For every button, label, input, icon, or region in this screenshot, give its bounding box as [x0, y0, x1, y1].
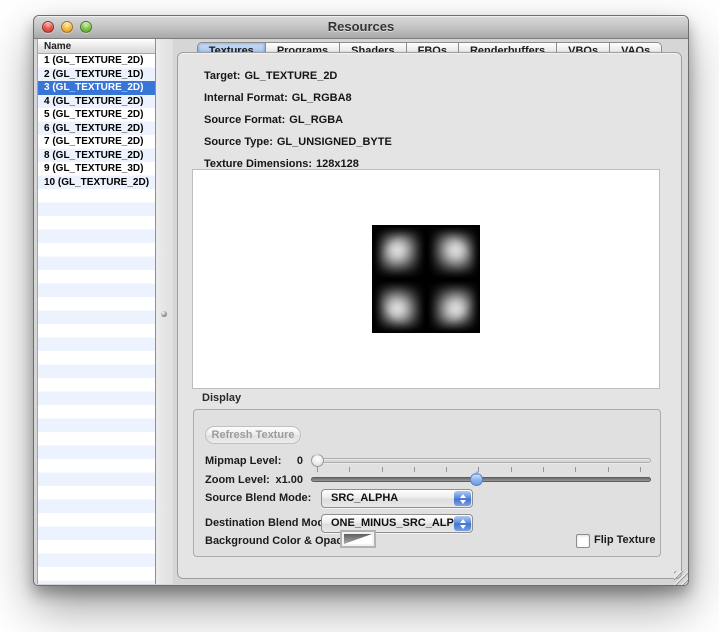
info-value: GL_TEXTURE_2D	[244, 70, 337, 82]
popup-arrows-icon	[454, 491, 471, 506]
list-item[interactable]: 7 (GL_TEXTURE_2D)	[38, 135, 155, 149]
texture-info-line: Target: GL_TEXTURE_2D	[204, 70, 392, 92]
mipmap-level-value: 0	[269, 455, 303, 467]
list-item[interactable]: 4 (GL_TEXTURE_2D)	[38, 95, 155, 109]
resources-window: Resources Name 1 (GL_TEXTURE_2D) 2 (GL_T…	[33, 15, 689, 586]
display-group: Refresh Texture Mipmap Level: 0 Zoom Lev…	[193, 409, 661, 557]
list-item-label: 2 (GL_TEXTURE_1D)	[44, 69, 143, 80]
window-content: Name 1 (GL_TEXTURE_2D) 2 (GL_TEXTURE_1D)…	[34, 39, 688, 585]
texture-info-line: Internal Format: GL_RGBA8	[204, 92, 392, 114]
list-item-label: 3 (GL_TEXTURE_2D)	[44, 82, 143, 93]
info-label: Source Type:	[204, 136, 273, 148]
source-blend-popup[interactable]: SRC_ALPHA	[321, 489, 473, 508]
background-color-label: Background Color & Opacity:	[205, 535, 359, 547]
info-value: GL_RGBA8	[292, 92, 352, 104]
zoom-slider-thumb[interactable]	[470, 473, 483, 486]
popup-arrows-icon	[454, 516, 471, 531]
mipmap-slider-thumb[interactable]	[311, 454, 324, 467]
list-item[interactable]: 10 (GL_TEXTURE_2D)	[38, 176, 155, 190]
resource-rows: 1 (GL_TEXTURE_2D) 2 (GL_TEXTURE_1D) 3 (G…	[38, 54, 155, 584]
window-title: Resources	[34, 19, 688, 34]
list-item[interactable]: 2 (GL_TEXTURE_1D)	[38, 68, 155, 82]
list-item-label: 9 (GL_TEXTURE_3D)	[44, 163, 143, 174]
splitter-grip-icon[interactable]	[161, 311, 167, 317]
list-item[interactable]: 6 (GL_TEXTURE_2D)	[38, 122, 155, 136]
list-item[interactable]: 3 (GL_TEXTURE_2D)	[38, 81, 155, 95]
sidebar-splitter[interactable]	[156, 39, 173, 584]
list-item[interactable]: 9 (GL_TEXTURE_3D)	[38, 162, 155, 176]
info-value: GL_RGBA	[289, 114, 343, 126]
info-value: GL_UNSIGNED_BYTE	[277, 136, 392, 148]
list-item-label: 5 (GL_TEXTURE_2D)	[44, 109, 143, 120]
list-item-label: 8 (GL_TEXTURE_2D)	[44, 150, 143, 161]
info-label: Source Format:	[204, 114, 285, 126]
texture-image	[372, 225, 480, 333]
destination-blend-label: Destination Blend Mode:	[205, 517, 334, 529]
list-item[interactable]: 1 (GL_TEXTURE_2D)	[38, 54, 155, 68]
list-item[interactable]: 5 (GL_TEXTURE_2D)	[38, 108, 155, 122]
texture-info-line: Source Format: GL_RGBA	[204, 114, 392, 136]
list-item-label: 7 (GL_TEXTURE_2D)	[44, 136, 143, 147]
resource-list: Name 1 (GL_TEXTURE_2D) 2 (GL_TEXTURE_1D)…	[37, 39, 156, 584]
name-column-header[interactable]: Name	[38, 39, 155, 54]
texture-preview-area	[192, 169, 660, 389]
desktop: Resources Name 1 (GL_TEXTURE_2D) 2 (GL_T…	[0, 0, 719, 632]
refresh-texture-button[interactable]: Refresh Texture	[205, 426, 301, 444]
color-opacity-swatch-icon	[344, 534, 372, 544]
flip-texture-label: Flip Texture	[594, 534, 656, 546]
list-item[interactable]: 8 (GL_TEXTURE_2D)	[38, 149, 155, 163]
list-item-label: 6 (GL_TEXTURE_2D)	[44, 123, 143, 134]
resize-grip-icon[interactable]	[674, 571, 688, 585]
list-item-label: 4 (GL_TEXTURE_2D)	[44, 96, 143, 107]
source-blend-value: SRC_ALPHA	[331, 490, 398, 507]
titlebar[interactable]: Resources	[34, 16, 688, 39]
background-color-well[interactable]	[340, 530, 376, 548]
texture-info: Target:GL_TEXTURE_2D Internal Format:GL_…	[204, 70, 392, 180]
source-blend-label: Source Blend Mode:	[205, 492, 311, 504]
list-item-label: 10 (GL_TEXTURE_2D)	[44, 177, 149, 188]
mipmap-slider-track[interactable]	[311, 458, 651, 463]
display-group-label: Display	[202, 392, 241, 404]
list-item-label: 1 (GL_TEXTURE_2D)	[44, 55, 143, 66]
zoom-level-value: x1.00	[243, 474, 303, 486]
flip-texture-checkbox[interactable]	[576, 534, 590, 548]
info-label: Internal Format:	[204, 92, 288, 104]
info-label: Target:	[204, 70, 240, 82]
textures-panel: Target:GL_TEXTURE_2D Internal Format:GL_…	[177, 52, 682, 579]
texture-info-line: Source Type: GL_UNSIGNED_BYTE	[204, 136, 392, 158]
